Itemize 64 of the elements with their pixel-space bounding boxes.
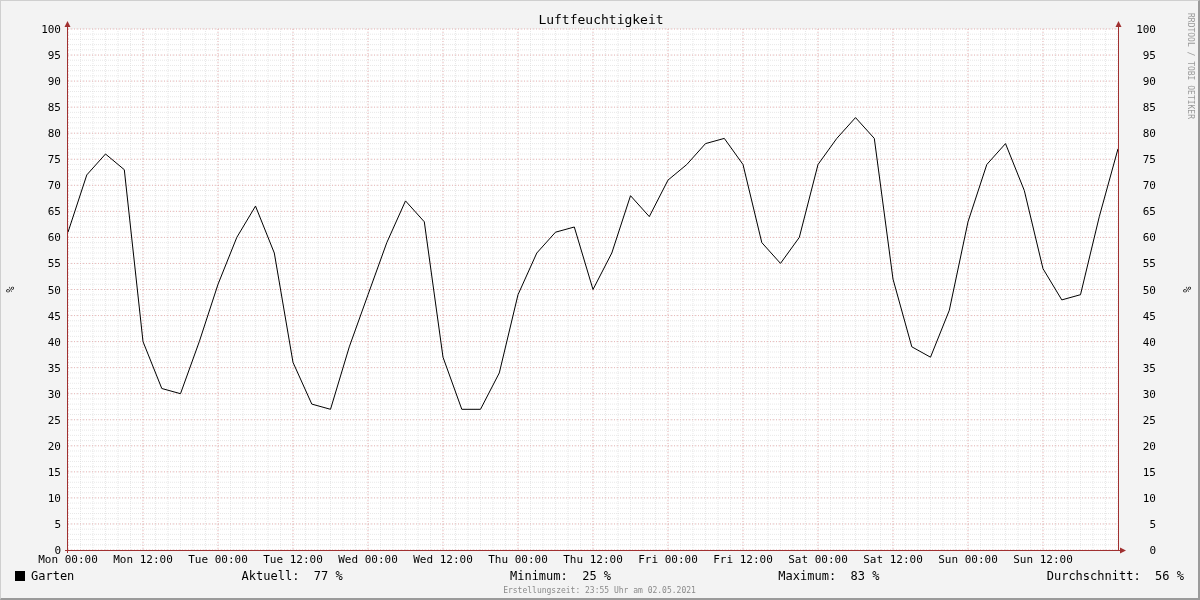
y-tick-label: 95 bbox=[1142, 49, 1156, 63]
y-tick-label: 20 bbox=[1142, 439, 1156, 453]
y-tick-label: 85 bbox=[47, 101, 61, 115]
y-tick-label: 70 bbox=[47, 179, 61, 193]
y-tick-label: 30 bbox=[1142, 387, 1156, 401]
y-tick-label: 60 bbox=[1142, 231, 1156, 245]
y-tick-label: 20 bbox=[47, 439, 61, 453]
y-tick-label: 60 bbox=[47, 231, 61, 245]
y-tick-label: 70 bbox=[1142, 179, 1156, 193]
y-tick-label: 35 bbox=[47, 361, 61, 375]
legend-stat: Durchschnitt: 56 % bbox=[1046, 569, 1184, 583]
x-tick-label: Mon 12:00 bbox=[113, 553, 173, 566]
x-tick-label: Sat 00:00 bbox=[788, 553, 848, 566]
x-tick-label: Tue 00:00 bbox=[188, 553, 248, 566]
y-tick-label: 100 bbox=[1136, 23, 1156, 36]
y-tick-label: 40 bbox=[47, 335, 61, 349]
x-tick-label: Sun 12:00 bbox=[1013, 553, 1073, 566]
x-tick-label: Wed 00:00 bbox=[338, 553, 398, 566]
y-tick-label: 85 bbox=[1142, 101, 1156, 115]
x-tick-label: Sun 00:00 bbox=[938, 553, 998, 566]
y-tick-label: 65 bbox=[47, 205, 61, 219]
credit-text: RRDTOOL / TOBI OETIKER bbox=[1186, 13, 1195, 119]
x-tick-label: Wed 12:00 bbox=[413, 553, 473, 566]
y-tick-label: 10 bbox=[47, 491, 61, 505]
y-tick-label: 80 bbox=[1142, 127, 1156, 141]
y-tick-label: 35 bbox=[1142, 361, 1156, 375]
y-tick-label: 45 bbox=[1142, 309, 1156, 323]
y-tick-label: 50 bbox=[47, 283, 61, 297]
y-axis-label: % bbox=[1182, 286, 1193, 293]
legend-stat: Minimum: 25 % bbox=[509, 569, 612, 583]
creation-time-text: Erstellungszeit: 23:55 Uhr am 02.05.2021 bbox=[503, 586, 696, 595]
y-tick-label: 90 bbox=[1142, 75, 1156, 89]
y-tick-label: 15 bbox=[1142, 465, 1156, 479]
chart-title: Luftfeuchtigkeit bbox=[538, 12, 664, 27]
y-tick-label: 95 bbox=[47, 49, 61, 63]
y-tick-label: 5 bbox=[54, 517, 61, 531]
x-tick-label: Thu 12:00 bbox=[563, 553, 623, 566]
y-tick-label: 45 bbox=[47, 309, 61, 323]
legend-stat: Maximum: 83 % bbox=[778, 569, 880, 583]
y-tick-label: 25 bbox=[47, 413, 61, 427]
y-tick-label: 25 bbox=[1142, 413, 1156, 427]
y-tick-label: 5 bbox=[1149, 517, 1156, 531]
y-tick-label: 50 bbox=[1142, 283, 1156, 297]
y-tick-label: 0 bbox=[1149, 544, 1156, 557]
y-tick-label: 55 bbox=[1142, 257, 1156, 271]
y-tick-label: 15 bbox=[47, 465, 61, 479]
legend-label: Garten bbox=[31, 569, 75, 583]
y-tick-label: 40 bbox=[1142, 335, 1156, 349]
y-tick-label: 10 bbox=[1142, 491, 1156, 505]
y-tick-label: 90 bbox=[47, 75, 61, 89]
y-tick-label: 75 bbox=[47, 153, 61, 167]
y-tick-label: 80 bbox=[47, 127, 61, 141]
y-tick-label: 65 bbox=[1142, 205, 1156, 219]
x-tick-label: Fri 00:00 bbox=[638, 553, 698, 566]
x-tick-label: Fri 12:00 bbox=[713, 553, 773, 566]
y-tick-label: 100 bbox=[41, 23, 61, 36]
x-tick-label: Thu 00:00 bbox=[488, 553, 548, 566]
y-tick-label: 30 bbox=[47, 387, 61, 401]
x-tick-label: Sat 12:00 bbox=[863, 553, 923, 566]
y-tick-label: 55 bbox=[47, 257, 61, 271]
y-tick-label: 75 bbox=[1142, 153, 1156, 167]
legend-stat: Aktuell: 77 % bbox=[241, 569, 343, 583]
y-axis-label: % bbox=[5, 286, 16, 293]
x-tick-label: Tue 12:00 bbox=[263, 553, 323, 566]
